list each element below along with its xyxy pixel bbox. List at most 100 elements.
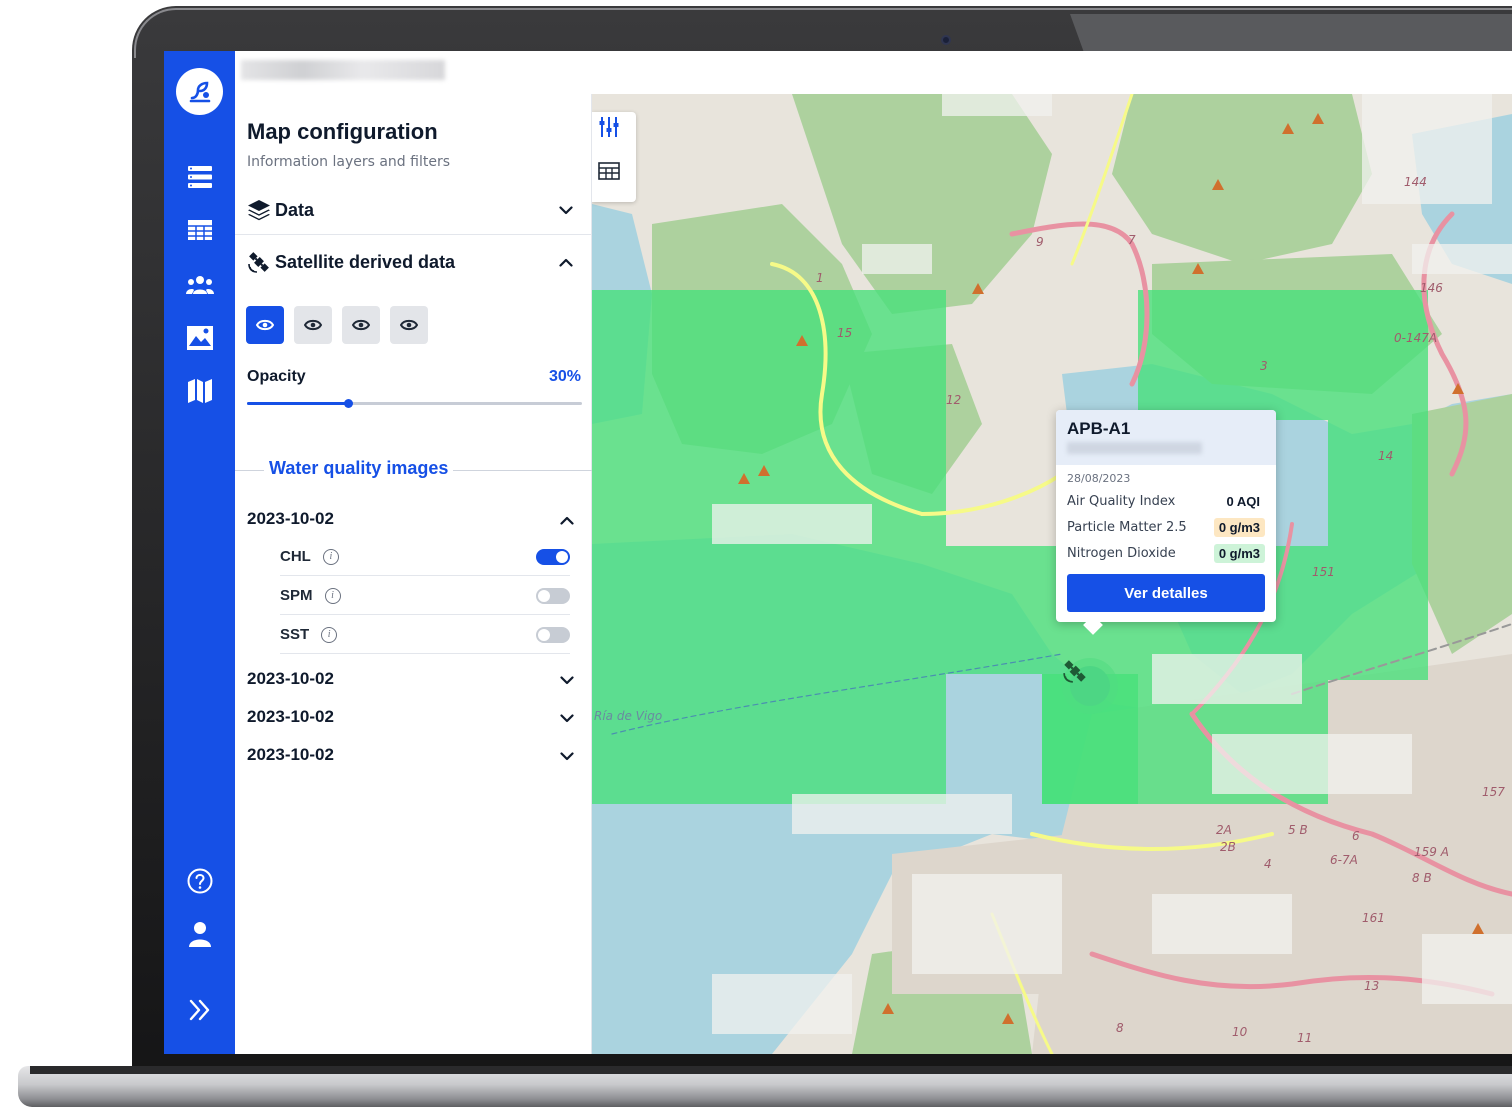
camera bbox=[941, 35, 951, 45]
date-label: 2023-10-02 bbox=[247, 509, 334, 528]
table-icon[interactable] bbox=[598, 162, 630, 194]
opacity-value: 30% bbox=[548, 368, 581, 385]
date-group-2[interactable]: 2023-10-02 bbox=[247, 664, 574, 694]
metric-label: Particle Matter 2.5 bbox=[1067, 519, 1187, 535]
visibility-button-4[interactable] bbox=[390, 306, 428, 344]
opacity-slider[interactable] bbox=[247, 399, 582, 408]
divider bbox=[235, 234, 592, 235]
road-label: 5 B bbox=[1288, 823, 1308, 837]
eye-icon bbox=[352, 319, 370, 331]
opacity-slider-handle[interactable] bbox=[343, 399, 353, 408]
date-group-3[interactable]: 2023-10-02 bbox=[247, 702, 574, 732]
opacity-slider-fill bbox=[247, 402, 348, 405]
road-label: 159 A bbox=[1414, 845, 1449, 859]
road-label: 146 bbox=[1420, 281, 1443, 295]
accordion-data-label: Data bbox=[275, 199, 315, 220]
table-icon[interactable] bbox=[184, 214, 215, 245]
popup-date: 28/08/2023 bbox=[1067, 472, 1131, 485]
layer-toggle-sst[interactable] bbox=[536, 626, 570, 643]
road-label: 161 bbox=[1362, 911, 1385, 925]
metric-row: Nitrogen Dioxide 0 g/m3 bbox=[1067, 542, 1265, 564]
metric-value: 0 g/m3 bbox=[1213, 517, 1265, 537]
layer-name: CHL bbox=[280, 548, 311, 565]
visibility-button-1[interactable] bbox=[246, 306, 284, 344]
map-canvas: 144 146 0-147A 14 151 157 159 A 8 B 161 … bbox=[592, 94, 1512, 1054]
view-details-button[interactable]: Ver detalles bbox=[1067, 574, 1265, 612]
satellite-icon bbox=[247, 250, 275, 274]
road-label: 10 bbox=[1232, 1025, 1248, 1039]
road-label: 151 bbox=[1312, 565, 1335, 579]
road-label: 13 bbox=[1364, 979, 1379, 993]
chevron-up-icon bbox=[554, 258, 578, 267]
map-configuration-panel: Map configuration Information layers and… bbox=[235, 94, 592, 1054]
road-label: 0-147A bbox=[1394, 331, 1437, 345]
date-label: 2023-10-02 bbox=[247, 745, 334, 764]
app-title-redacted bbox=[241, 60, 445, 80]
accordion-satellite-data[interactable]: Satellite derived data bbox=[235, 240, 592, 284]
metric-value: 0 AQI bbox=[1226, 493, 1260, 509]
road-label: 8 bbox=[1116, 1021, 1124, 1035]
road-label: 144 bbox=[1404, 175, 1427, 189]
layer-row-chl: CHL i bbox=[280, 538, 570, 576]
layer-row-spm: SPM i bbox=[280, 577, 570, 615]
satellite-marker[interactable] bbox=[1062, 658, 1118, 714]
road-label: 1 bbox=[816, 271, 824, 285]
road-label: 11 bbox=[1297, 1031, 1312, 1045]
chevron-down-icon bbox=[560, 746, 574, 765]
station-popup: APB-A1 28/08/2023 Air Quality Index 0 AQ… bbox=[1056, 410, 1276, 635]
chevron-down-icon bbox=[560, 670, 574, 689]
list-icon[interactable] bbox=[184, 161, 215, 192]
help-icon[interactable] bbox=[184, 865, 215, 896]
layer-toggle-spm[interactable] bbox=[536, 587, 570, 604]
chevron-down-icon bbox=[560, 708, 574, 727]
laptop-hinge bbox=[30, 1066, 1512, 1074]
map-toolbar bbox=[592, 112, 636, 202]
accordion-data[interactable]: Data bbox=[235, 188, 592, 232]
image-icon[interactable] bbox=[184, 322, 215, 353]
expand-icon[interactable] bbox=[184, 994, 215, 1025]
metric-label: Nitrogen Dioxide bbox=[1067, 545, 1176, 561]
logo-icon[interactable] bbox=[176, 68, 223, 115]
popup-subtitle-redacted bbox=[1067, 442, 1202, 454]
accordion-satellite-label: Satellite derived data bbox=[275, 251, 456, 272]
eye-icon bbox=[400, 319, 418, 331]
road-label: 15 bbox=[837, 326, 852, 340]
top-bar bbox=[235, 51, 1512, 94]
road-label: 14 bbox=[1378, 449, 1393, 463]
user-icon[interactable] bbox=[184, 918, 215, 949]
layers-icon bbox=[247, 199, 275, 221]
filter-icon[interactable] bbox=[598, 116, 630, 148]
date-label: 2023-10-02 bbox=[247, 669, 334, 688]
road-label: 157 bbox=[1482, 785, 1505, 799]
info-icon[interactable]: i bbox=[321, 626, 338, 643]
map-view[interactable]: 144 146 0-147A 14 151 157 159 A 8 B 161 … bbox=[592, 94, 1512, 1054]
eye-icon bbox=[304, 319, 322, 331]
road-label: 7 bbox=[1128, 233, 1136, 247]
panel-subtitle: Information layers and filters bbox=[247, 154, 451, 170]
date-group-1[interactable]: 2023-10-02 bbox=[247, 504, 574, 534]
eye-icon bbox=[256, 319, 274, 331]
info-icon[interactable]: i bbox=[324, 587, 341, 604]
road-label: 6 bbox=[1352, 829, 1360, 843]
layer-row-sst: SST i bbox=[280, 616, 570, 654]
road-label: 2B bbox=[1220, 840, 1236, 854]
place-label: Ría de Vigo bbox=[594, 709, 662, 723]
layer-toggle-chl[interactable] bbox=[536, 548, 570, 565]
users-icon[interactable] bbox=[184, 269, 215, 300]
metric-row: Air Quality Index 0 AQI bbox=[1067, 490, 1265, 512]
road-label: 3 bbox=[1260, 359, 1268, 373]
info-icon[interactable]: i bbox=[322, 548, 339, 565]
panel-title: Map configuration bbox=[247, 119, 438, 144]
road-label: 9 bbox=[1036, 235, 1044, 249]
metric-label: Air Quality Index bbox=[1067, 493, 1176, 509]
metric-row: Particle Matter 2.5 0 g/m3 bbox=[1067, 516, 1265, 538]
map-icon[interactable] bbox=[184, 375, 215, 406]
date-group-4[interactable]: 2023-10-02 bbox=[247, 740, 574, 770]
road-label: 12 bbox=[946, 393, 961, 407]
laptop-lid-sheen bbox=[1070, 14, 1512, 52]
road-label: 6-7A bbox=[1330, 853, 1358, 867]
visibility-button-3[interactable] bbox=[342, 306, 380, 344]
popup-title: APB-A1 bbox=[1067, 419, 1131, 438]
visibility-button-2[interactable] bbox=[294, 306, 332, 344]
layer-name: SPM bbox=[280, 587, 313, 604]
